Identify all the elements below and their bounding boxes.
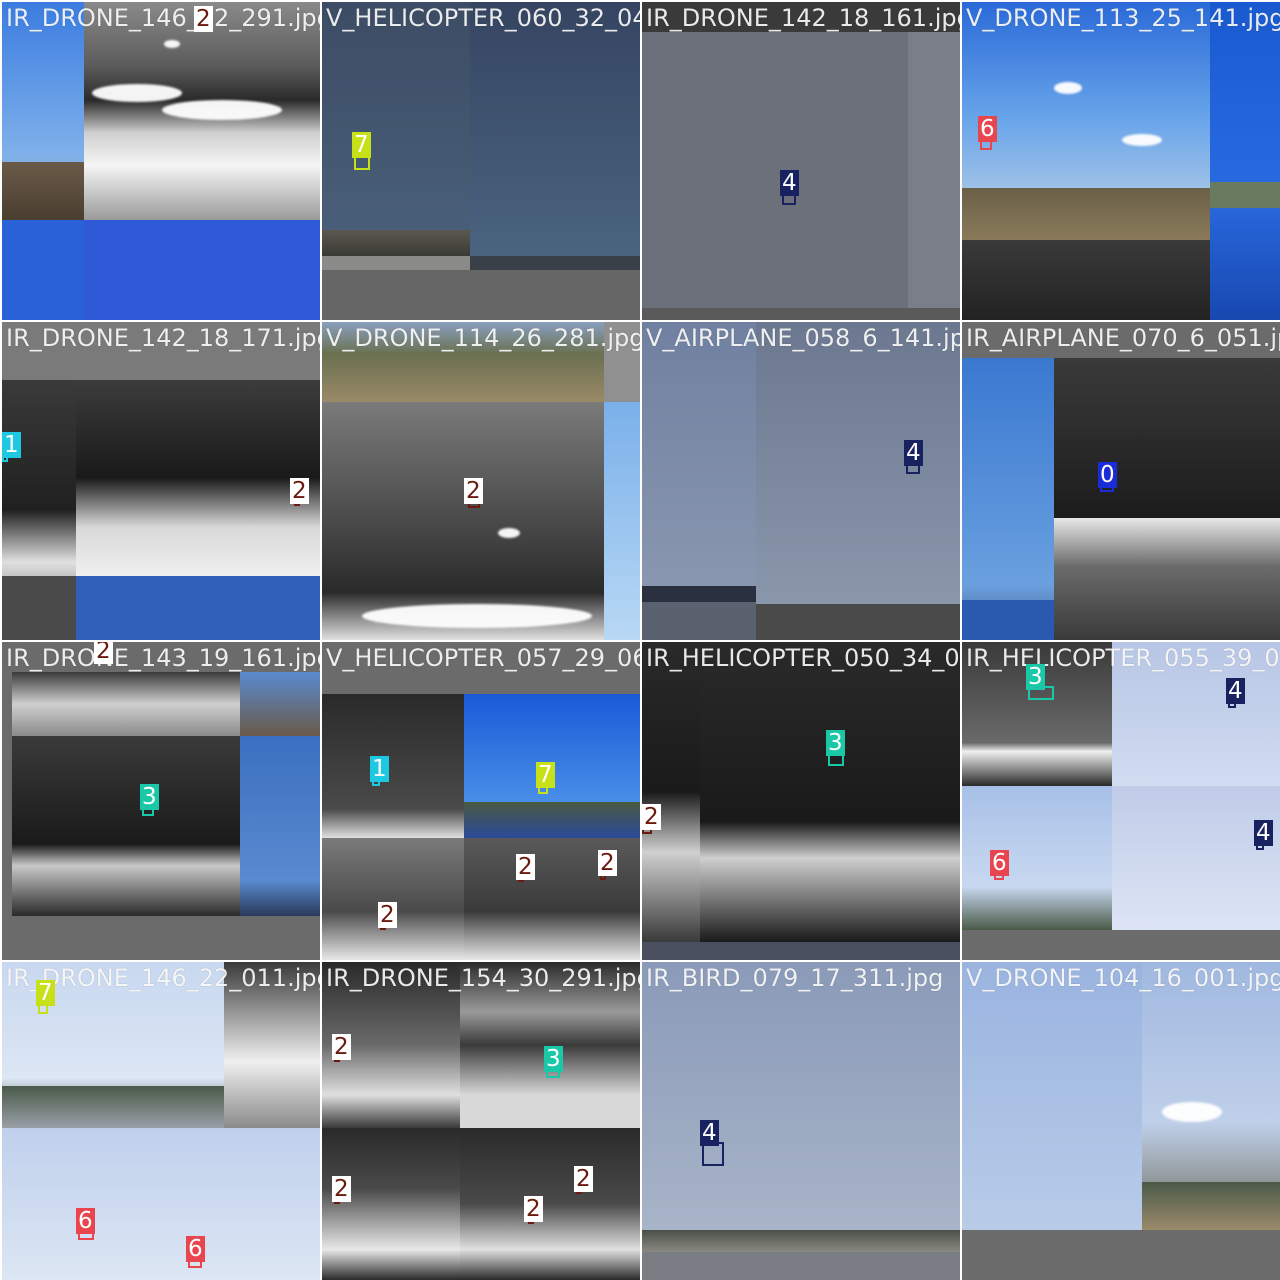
mosaic-tile[interactable]: 7 V_HELICOPTER_060_32_041.jpg [322,2,640,320]
mosaic-tile[interactable]: 1 7 2 2 2 V_HELICOPTER_057_29_061.jpg [322,642,640,960]
mosaic-tile[interactable]: 7 6 6 IR_DRONE_146_22_011.jpg [2,962,320,1280]
tile-filename: IR_DRONE_142_18_161.jpg [646,4,960,32]
tile-filename: IR_DRONE_143_19_161.jpg [6,644,320,672]
detection-label: 2 [598,850,617,876]
mosaic-tile[interactable]: 0 IR_AIRPLANE_070_6_051.jpg [962,322,1280,640]
detection-label: 3 [1026,664,1045,690]
detection-label: 3 [826,730,845,756]
tile-filename: IR_AIRPLANE_070_6_051.jpg [966,324,1280,352]
detection-label: 6 [186,1236,205,1262]
detection-label: 2 [332,1176,351,1202]
tile-filename: V_AIRPLANE_058_6_141.jpg [646,324,960,352]
detection-label: 1 [370,756,389,782]
detection-label: 2 [94,642,113,664]
tile-filename: V_HELICOPTER_057_29_061.jpg [326,644,640,672]
tile-filename: IR_DRONE_154_30_291.jpg [326,964,640,992]
detection-label: 3 [140,784,159,810]
tile-filename: IR_DRONE_146_22_291.jpg [6,4,320,32]
detection-label: 4 [1226,678,1245,704]
mosaic-tile[interactable]: 3 4 4 6 IR_HELICOPTER_055_39_011.jpg [962,642,1280,960]
tile-filename: IR_BIRD_079_17_311.jpg [646,964,944,992]
mosaic-tile[interactable]: 3 2 IR_DRONE_143_19_161.jpg [2,642,320,960]
detection-label: 2 [194,6,213,32]
detection-label: 2 [378,902,397,928]
mosaic-tile[interactable]: 3 2 IR_HELICOPTER_050_34_011.jpg [642,642,960,960]
detection-label: 2 [524,1196,543,1222]
detection-label: 2 [332,1034,351,1060]
mosaic-tile[interactable]: 4 V_AIRPLANE_058_6_141.jpg [642,322,960,640]
tile-filename: V_DRONE_113_25_141.jpg [966,4,1280,32]
mosaic-tile[interactable]: V_DRONE_104_16_001.jpg [962,962,1280,1280]
detection-label: 6 [76,1208,95,1234]
mosaic-tile[interactable]: 4 IR_DRONE_142_18_161.jpg [642,2,960,320]
detection-label: 2 [290,478,309,504]
detection-label: 6 [978,116,997,142]
detection-label: 2 [574,1166,593,1192]
mosaic-tile[interactable]: 2 V_DRONE_114_26_281.jpg [322,322,640,640]
detection-label: 0 [1098,462,1117,488]
tile-filename: IR_DRONE_142_18_171.jpg [6,324,320,352]
tile-filename: V_DRONE_114_26_281.jpg [326,324,640,352]
detection-label: 4 [700,1120,719,1146]
detection-label: 2 [464,478,483,504]
detection-label: 2 [516,854,535,880]
tile-filename: V_DRONE_104_16_001.jpg [966,964,1280,992]
mosaic-tile[interactable]: 1 2 IR_DRONE_142_18_171.jpg [2,322,320,640]
mosaic-tile[interactable]: IR_DRONE_146_22_291.jpg 2 [2,2,320,320]
detection-label: 4 [780,170,799,196]
mosaic-tile[interactable]: 6 V_DRONE_113_25_141.jpg [962,2,1280,320]
detection-label: 4 [1254,820,1273,846]
detection-label: 7 [536,762,555,788]
mosaic-tile[interactable]: 4 IR_BIRD_079_17_311.jpg [642,962,960,1280]
detection-label: 4 [904,440,923,466]
mosaic-tile[interactable]: 2 3 2 2 2 IR_DRONE_154_30_291.jpg [322,962,640,1280]
detection-label: 3 [544,1046,563,1072]
detection-label: 1 [2,432,21,458]
mosaic-grid: IR_DRONE_146_22_291.jpg 2 7 V_HELICOPTER… [0,0,1280,1280]
detection-label: 6 [990,850,1009,876]
detection-label: 7 [352,132,371,158]
tile-filename: IR_HELICOPTER_050_34_011.jpg [646,644,960,672]
detection-label: 2 [642,804,661,830]
tile-filename: IR_HELICOPTER_055_39_011.jpg [966,644,1280,672]
tile-filename: V_HELICOPTER_060_32_041.jpg [326,4,640,32]
detection-label: 7 [36,980,55,1006]
